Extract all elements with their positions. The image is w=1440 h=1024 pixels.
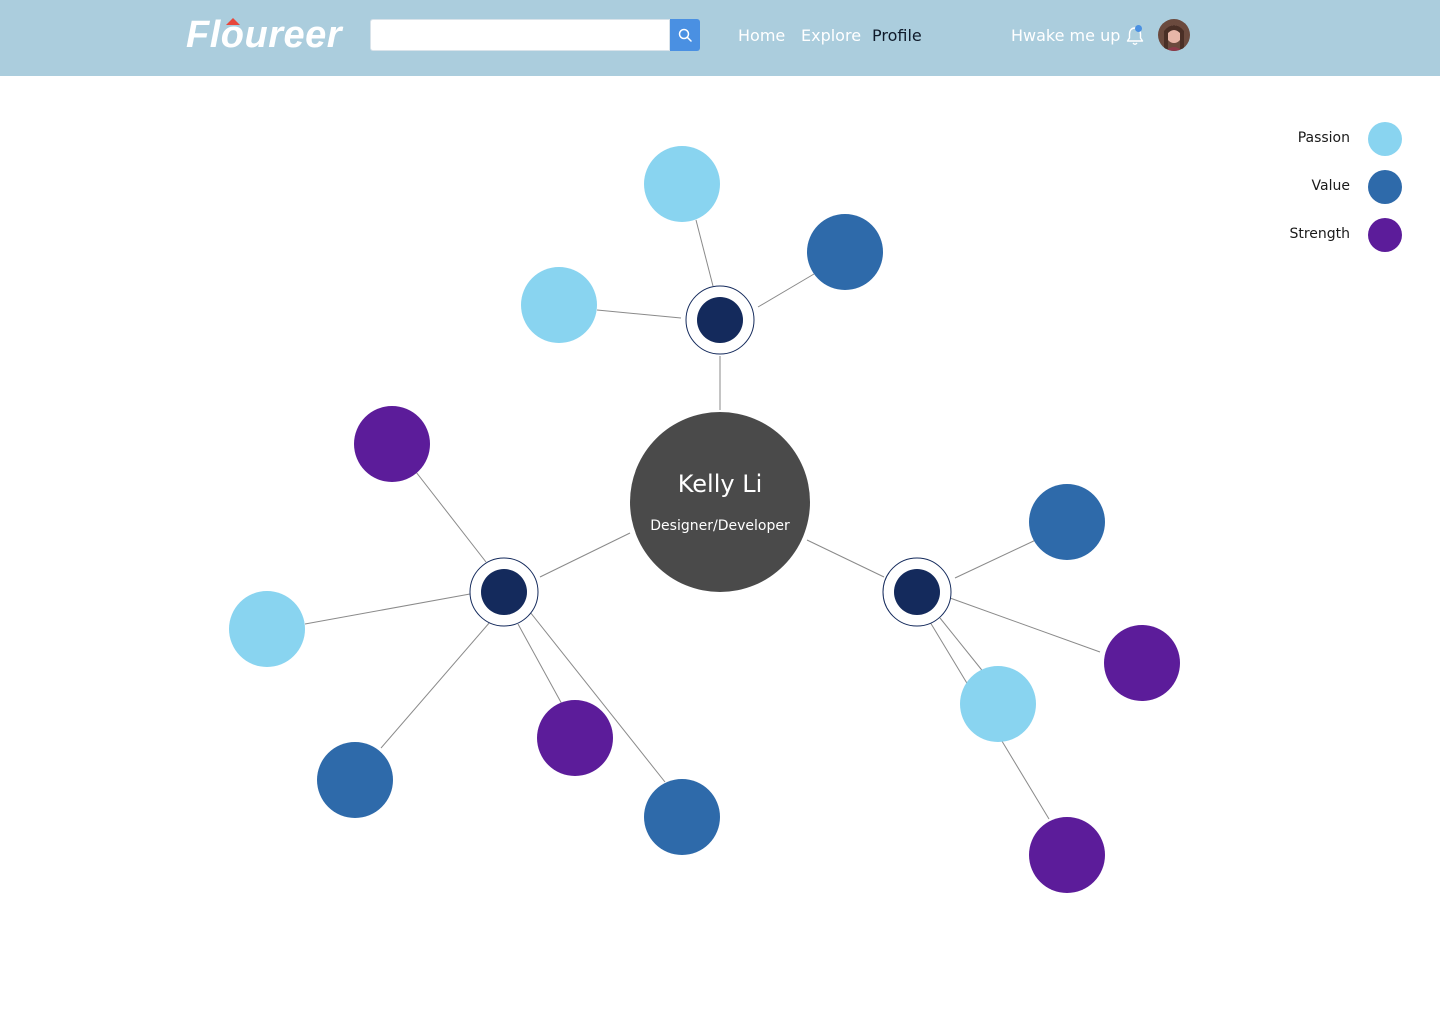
profile-title: Designer/Developer (650, 518, 790, 534)
strength-node[interactable] (1104, 625, 1180, 701)
strength-node[interactable] (1029, 817, 1105, 893)
hub-node-left[interactable] (469, 557, 539, 627)
hwake-me-up-link[interactable]: Hwake me up (1011, 24, 1120, 48)
edge (380, 621, 491, 749)
user-avatar[interactable] (1158, 19, 1190, 51)
logo-roof-icon (226, 18, 240, 25)
value-node[interactable] (1029, 484, 1105, 560)
edge (304, 593, 471, 625)
top-navigation-bar: Floureer Home Explore Profile Hwake me u… (0, 0, 1440, 76)
search-input[interactable] (370, 19, 670, 51)
edge (949, 597, 1101, 653)
value-node[interactable] (317, 742, 393, 818)
nav-explore-link[interactable]: Explore (801, 24, 861, 48)
edge (596, 309, 682, 319)
passion-node[interactable] (229, 591, 305, 667)
search-button[interactable] (670, 19, 700, 51)
nav-profile-link[interactable]: Profile (872, 24, 922, 48)
edge (415, 471, 487, 563)
value-node[interactable] (807, 214, 883, 290)
notification-bell-button[interactable] (1125, 24, 1145, 48)
edge (939, 617, 986, 675)
avatar-photo-icon (1158, 19, 1190, 51)
floureer-logo[interactable]: Floureer (186, 10, 342, 60)
edge (806, 539, 885, 578)
edge (517, 623, 564, 707)
nav-home-link[interactable]: Home (738, 24, 785, 48)
passion-node[interactable] (644, 146, 720, 222)
edge (757, 273, 815, 308)
logo-text: Floureer (186, 14, 343, 56)
strength-node[interactable] (354, 406, 430, 482)
profile-center-node[interactable] (630, 412, 810, 592)
profile-network-graph (229, 146, 1180, 893)
passion-node[interactable] (521, 267, 597, 343)
edge (539, 532, 631, 578)
hub-node-right[interactable] (882, 557, 952, 627)
bell-icon (1126, 25, 1144, 45)
edge (695, 219, 714, 287)
hub-node-top[interactable] (685, 285, 755, 355)
strength-node[interactable] (537, 700, 613, 776)
search-icon (678, 28, 692, 42)
edge (954, 537, 1041, 579)
value-node[interactable] (644, 779, 720, 855)
notification-dot (1135, 25, 1142, 32)
profile-name: Kelly Li (677, 470, 763, 498)
passion-node[interactable] (960, 666, 1036, 742)
